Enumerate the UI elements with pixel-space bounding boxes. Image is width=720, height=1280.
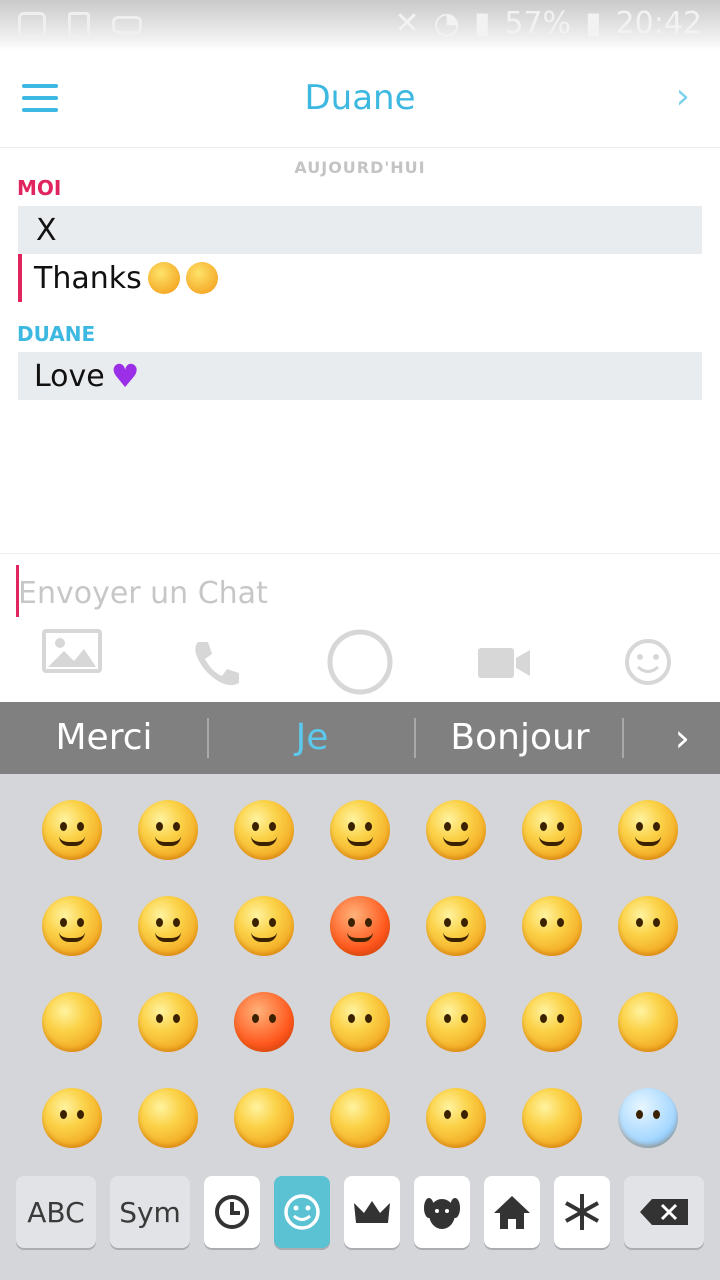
voicemail-icon: [112, 16, 142, 34]
phone-icon[interactable]: [190, 638, 242, 690]
blush-emoji-icon[interactable]: [138, 800, 198, 860]
divider: [622, 718, 624, 758]
disappointed-relieved-emoji-icon[interactable]: [330, 1088, 390, 1148]
smiley-icon: [284, 1194, 320, 1230]
wink-tongue-emoji-icon[interactable]: [618, 800, 678, 860]
chevron-right-icon[interactable]: ›: [676, 76, 690, 117]
suggestion-item[interactable]: Merci: [0, 702, 208, 774]
dog-icon: [424, 1198, 460, 1229]
chat-title: Duane: [304, 78, 416, 118]
neutral-emoji-icon[interactable]: [618, 896, 678, 956]
abc-key[interactable]: ABC: [16, 1176, 96, 1248]
anger-emoji-icon[interactable]: [426, 992, 486, 1052]
sweat-smile-emoji-icon[interactable]: [42, 896, 102, 956]
animals-tab[interactable]: [414, 1176, 470, 1248]
wifi-icon: ◔: [433, 6, 460, 41]
clock-icon: [215, 1195, 249, 1229]
instagram-icon: [18, 12, 46, 38]
purple-heart-icon: ♥: [110, 357, 140, 395]
suggestion-bar: Merci Je Bonjour ›: [0, 702, 720, 774]
slight-smile-emoji-icon[interactable]: [42, 800, 102, 860]
message-item[interactable]: Thanks: [18, 254, 702, 302]
video-icon[interactable]: [478, 646, 532, 680]
smiley-tab[interactable]: [274, 1176, 330, 1248]
mute-icon: ✕: [394, 6, 420, 41]
message-text: X: [36, 212, 57, 248]
innocent-emoji-icon[interactable]: [234, 896, 294, 956]
capture-button[interactable]: [326, 628, 394, 696]
phone-update-icon: [68, 12, 90, 38]
message-item[interactable]: Love ♥: [18, 352, 702, 400]
chevron-right-icon[interactable]: ›: [675, 716, 690, 760]
clock-time: 20:42: [615, 6, 702, 41]
sym-key[interactable]: Sym: [110, 1176, 190, 1248]
suggestion-item-selected[interactable]: Je: [208, 702, 416, 774]
hushed-emoji-icon[interactable]: [522, 896, 582, 956]
sender-label-duane: DUANE: [17, 322, 96, 346]
grin-emoji-icon[interactable]: [330, 800, 390, 860]
day-label: AUJOURD'HUI: [294, 158, 426, 177]
chat-input-area: Envoyer un Chat: [0, 553, 720, 702]
cry-emoji-icon[interactable]: [522, 992, 582, 1052]
steam-emoji-icon[interactable]: [522, 1088, 582, 1148]
wink-emoji-icon[interactable]: [426, 896, 486, 956]
sleepy-emoji-icon[interactable]: [618, 992, 678, 1052]
grin-eyes-emoji-icon[interactable]: [522, 800, 582, 860]
signal-icon: ▮: [473, 6, 491, 41]
crown-tab[interactable]: [344, 1176, 400, 1248]
wink-tongue-emoji-icon: [185, 262, 218, 294]
chat-input[interactable]: Envoyer un Chat: [18, 576, 268, 611]
confused-emoji-icon[interactable]: [138, 992, 198, 1052]
message-text: Thanks: [34, 260, 142, 296]
battery-icon: ▮: [585, 6, 602, 41]
snowflake-icon: [565, 1194, 599, 1230]
places-tab[interactable]: [484, 1176, 540, 1248]
battery-percent: 57%: [504, 6, 572, 41]
crown-icon: [354, 1201, 390, 1223]
smiley-icon[interactable]: [624, 638, 672, 686]
suggestion-item[interactable]: Bonjour: [416, 702, 624, 774]
message-text: Love: [34, 358, 105, 394]
laughing-emoji-icon[interactable]: [138, 896, 198, 956]
backspace-icon: [640, 1199, 688, 1225]
scream-emoji-icon[interactable]: [618, 1088, 678, 1148]
devil-emoji-icon[interactable]: [330, 896, 390, 956]
worried-emoji-icon[interactable]: [426, 1088, 486, 1148]
symbols-tab[interactable]: [554, 1176, 610, 1248]
recent-tab[interactable]: [204, 1176, 260, 1248]
open-mouth-emoji-icon[interactable]: [42, 1088, 102, 1148]
triumph-emoji-icon[interactable]: [234, 1088, 294, 1148]
status-bar: ✕ ◔ ▮ 57% ▮ 20:42: [0, 0, 720, 50]
persevere-emoji-icon[interactable]: [138, 1088, 198, 1148]
grimace-emoji-icon[interactable]: [330, 992, 390, 1052]
angry-emoji-icon[interactable]: [234, 992, 294, 1052]
grin-blush-emoji-icon[interactable]: [234, 800, 294, 860]
blush-emoji-icon: [147, 262, 180, 294]
sender-label-me: MOI: [17, 176, 62, 200]
expressionless-emoji-icon[interactable]: [42, 992, 102, 1052]
message-item[interactable]: X: [18, 206, 702, 254]
backspace-key[interactable]: [624, 1176, 704, 1248]
gallery-icon[interactable]: [42, 629, 102, 673]
house-icon: [494, 1196, 530, 1229]
joy-emoji-icon[interactable]: [426, 800, 486, 860]
chat-header: Duane ›: [0, 50, 720, 148]
